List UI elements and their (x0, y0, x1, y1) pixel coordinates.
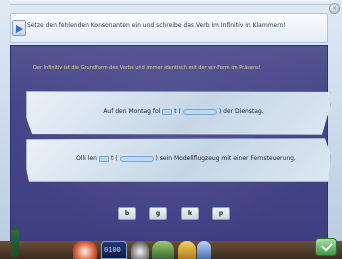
score-display: 0100 (101, 241, 127, 259)
book-icon[interactable] (152, 241, 174, 259)
instruction-text: Setze den fehlenden Konsonanten ein und … (27, 22, 286, 29)
sentence-2-part1: Olli len (76, 155, 97, 162)
pencil-icon[interactable] (197, 241, 211, 259)
bottle-icon[interactable] (9, 225, 21, 259)
play-arrow-icon[interactable] (12, 20, 26, 36)
instruction-bar: Setze den fehlenden Konsonanten ein und … (10, 13, 328, 43)
letter-b-button[interactable]: b (118, 207, 136, 220)
sentence-2-part2: t ( (110, 155, 118, 162)
infinitive-blank-1[interactable] (182, 108, 217, 115)
sentence-2: Olli len t ( ) sein Modellflugzeug mit e… (27, 155, 330, 162)
letter-k-button[interactable]: k (181, 207, 199, 220)
sentence-1-part1: Auf den Montag fol (103, 108, 161, 115)
checkmark-icon[interactable] (315, 238, 337, 256)
letter-g-button[interactable]: g (149, 207, 167, 220)
definition-text: Der Infinitiv ist die Grundform des Verb… (33, 65, 261, 71)
back-arrow-icon[interactable] (73, 241, 97, 259)
sentence-card-1: Auf den Montag fol t ( ) der Dienstag. (26, 91, 331, 135)
sentence-1: Auf den Montag fol t ( ) der Dienstag. (27, 108, 330, 115)
sentence-card-2: Olli len t ( ) sein Modellflugzeug mit e… (26, 138, 331, 182)
letter-p-button[interactable]: p (212, 207, 230, 220)
close-icon[interactable]: × (329, 3, 340, 14)
sentence-1-part2: t ( (174, 108, 181, 115)
sentence-2-part3: ) sein Modellflugzeug mit einer Fernsteu… (155, 155, 296, 162)
window-title-strip (10, 0, 335, 5)
consonant-blank-1[interactable] (162, 108, 173, 115)
exercise-panel: Der Infinitiv ist die Grundform des Verb… (10, 45, 331, 245)
bottle-shape (11, 225, 19, 257)
lamp-icon[interactable] (178, 241, 196, 259)
score-value: 0100 (104, 246, 121, 254)
clock-icon[interactable] (131, 241, 149, 259)
consonant-blank-2[interactable] (98, 155, 109, 162)
infinitive-blank-2[interactable] (119, 155, 154, 162)
sentence-1-part3: ) der Dienstag. (218, 108, 264, 115)
